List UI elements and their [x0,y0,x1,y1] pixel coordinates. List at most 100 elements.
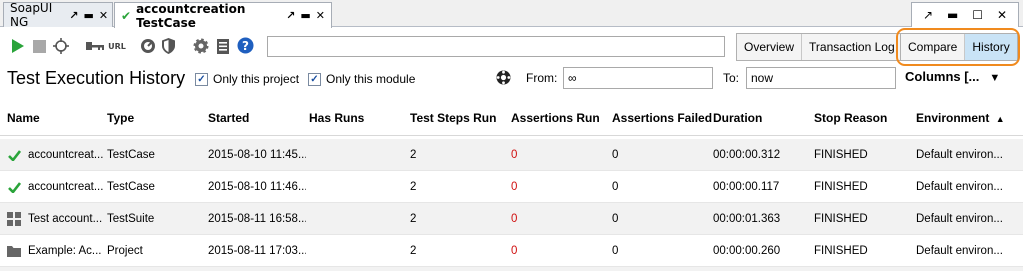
checkbox-check-icon: ✓ [195,72,208,86]
url-icon[interactable]: URL [106,38,128,54]
cell-name: accountcreat... [28,149,104,161]
only-this-module-checkbox[interactable]: ✓ Only this module [308,72,415,86]
highlight-callout [896,28,1020,66]
table-header: Name Type Started Has Runs Test Steps Ru… [0,100,1023,136]
checkbox-label: Only this project [213,72,300,86]
maximize-icon[interactable]: ☐ [972,8,983,22]
cell-stop-reason: FINISHED [814,213,868,225]
minimize-icon[interactable]: ▬ [300,9,310,22]
folder-icon [7,244,21,258]
cell-environment: Default environ... [916,245,1003,257]
cell-steps: 2 [410,245,417,257]
tab-accountcreation-testcase[interactable]: ✔ accountcreation TestCase ↗ ▬ ✕ [114,1,332,30]
cell-stop-reason: FINISHED [814,181,868,193]
cell-duration: 00:00:00.117 [713,181,780,193]
help-icon[interactable]: ? [237,37,254,53]
col-header-has-runs[interactable]: Has Runs [309,111,364,125]
cell-assertions-failed: 0 [612,181,619,193]
page-title: Test Execution History [7,68,186,88]
tab-label: accountcreation TestCase [136,1,246,30]
to-field[interactable]: now [746,67,896,89]
run-icon[interactable] [11,38,25,54]
gear-icon[interactable] [193,38,209,54]
cell-assertions-failed: 0 [612,149,619,161]
from-label: From: [526,71,558,85]
cell-steps: 2 [410,213,417,225]
cell-assertions-run: 0 [511,213,518,225]
tab-strip: SoapUI NG ↗ ▬ ✕ ✔ accountcreation TestCa… [0,0,1023,30]
cell-assertions-run: 0 [511,149,518,161]
sort-ascending-icon: ▲ [995,114,1005,124]
tab-label: SoapUI NG [10,1,53,29]
table-row[interactable]: Example: Ac... Project 2015-08-11 17:03.… [0,235,1023,267]
document-icon[interactable] [216,38,229,54]
close-icon[interactable]: ✕ [99,9,108,22]
col-header-assertions-failed[interactable]: Assertions Failed [612,111,712,125]
cell-environment: Default environ... [916,149,1003,161]
target-icon[interactable] [53,38,69,54]
chevron-down-icon: ▼ [989,72,1001,84]
cell-assertions-run: 0 [511,181,518,193]
soapui-window: SoapUI NG ↗ ▬ ✕ ✔ accountcreation TestCa… [0,0,1023,271]
col-header-duration[interactable]: Duration [713,111,762,125]
cell-steps: 2 [410,149,417,161]
col-header-started[interactable]: Started [208,111,249,125]
search-input[interactable] [267,36,725,57]
detach-icon[interactable]: ↗ [923,8,933,22]
filter-row: Test Execution History ✓ Only this proje… [0,66,1023,92]
col-header-environment[interactable]: Environment ▲ [916,111,1005,125]
table-row[interactable]: Test account... TestSuite 2015-08-11 16:… [0,203,1023,235]
window-controls: ↗ ▬ ☐ ✕ [911,2,1019,27]
cell-name: Test account... [28,213,103,225]
check-icon [7,180,21,194]
minimize-icon[interactable]: ▬ [83,9,93,22]
columns-label: Columns [... [905,69,980,84]
transaction-log-button[interactable]: Transaction Log [802,34,902,60]
cell-duration: 00:00:00.260 [713,245,781,257]
table-row[interactable]: accountcreat... TestCase 2015-08-10 11:4… [0,171,1023,203]
cell-type: TestCase [107,181,155,193]
minimize-icon[interactable]: ▬ [947,8,958,22]
stop-icon[interactable] [32,38,46,54]
only-this-project-checkbox[interactable]: ✓ Only this project [195,72,299,86]
table-row-partial [0,267,1023,271]
tab-soapui-ng[interactable]: SoapUI NG ↗ ▬ ✕ [3,1,113,29]
gauge-icon[interactable] [140,38,156,54]
reset-filter-icon[interactable] [496,70,511,88]
cell-duration: 00:00:00.312 [713,149,781,161]
cell-name: Example: Ac... [28,245,102,257]
cell-stop-reason: FINISHED [814,245,868,257]
col-header-stop-reason[interactable]: Stop Reason [814,111,887,125]
close-icon[interactable]: ✕ [316,9,325,22]
cell-started: 2015-08-11 16:58... [208,213,306,225]
key-icon[interactable] [86,38,104,54]
cell-name: accountcreat... [28,181,104,193]
cell-type: TestSuite [107,213,155,225]
cell-environment: Default environ... [916,181,1003,193]
col-header-name[interactable]: Name [7,111,40,125]
col-header-type[interactable]: Type [107,111,134,125]
col-header-label: Environment [916,111,990,125]
close-icon[interactable]: ✕ [997,8,1007,22]
columns-dropdown[interactable]: Columns [... ▼ [905,69,1000,84]
cell-assertions-failed: 0 [612,213,619,225]
shield-icon[interactable] [161,38,175,54]
col-header-test-steps-run[interactable]: Test Steps Run [410,111,496,125]
cell-started: 2015-08-10 11:46... [208,181,306,193]
table-row[interactable]: accountcreat... TestCase 2015-08-10 11:4… [0,139,1023,171]
grid-icon [7,212,21,226]
cell-environment: Default environ... [916,213,1003,225]
overview-button[interactable]: Overview [737,34,803,60]
check-icon [7,148,21,162]
cell-assertions-run: 0 [511,245,518,257]
cell-type: Project [107,245,143,257]
cell-started: 2015-08-11 17:03... [208,245,306,257]
from-field[interactable]: ∞ [563,67,713,89]
detach-icon[interactable]: ↗ [286,9,295,22]
check-icon: ✔ [121,8,132,23]
detach-icon[interactable]: ↗ [69,9,78,22]
cell-steps: 2 [410,181,417,193]
cell-started: 2015-08-10 11:45... [208,149,306,161]
col-header-assertions-run[interactable]: Assertions Run [511,111,600,125]
cell-stop-reason: FINISHED [814,149,868,161]
